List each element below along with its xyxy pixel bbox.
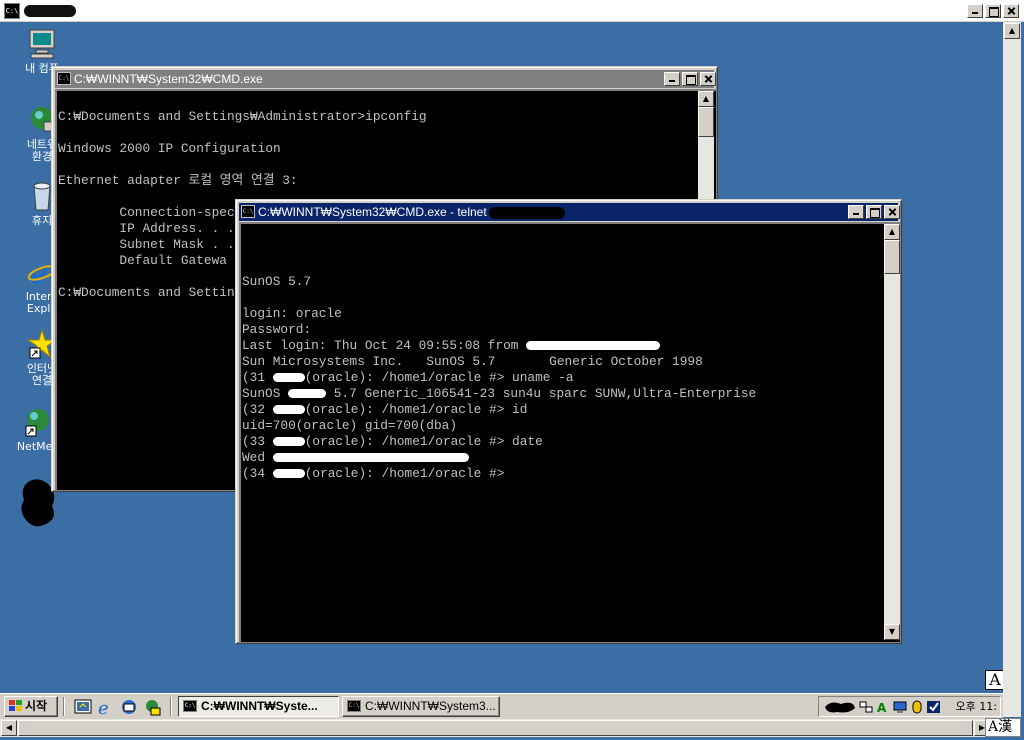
host-close-button[interactable]: [1003, 4, 1019, 18]
scroll-up-arrow-icon[interactable]: ▲: [1004, 23, 1020, 39]
scroll-left-arrow-icon[interactable]: ◀: [1, 720, 17, 736]
scroll-thumb[interactable]: [18, 720, 973, 736]
cmd-window-title: C:₩WINNT₩System32₩CMD.exe: [74, 72, 263, 86]
task-label: C:₩WINNT₩Syste...: [201, 699, 318, 713]
redacted-tray-icon: [825, 702, 855, 713]
computer-icon: [26, 28, 58, 60]
netmeeting-icon: [22, 406, 54, 438]
telnet-console-output: SunOS 5.7 login: oracle Password: Last l…: [242, 274, 757, 481]
svg-text:e: e: [98, 698, 109, 716]
redacted-text: [272, 469, 305, 479]
telnet-console[interactable]: SunOS 5.7 login: oracle Password: Last l…: [239, 222, 900, 642]
check-tray-icon[interactable]: [927, 700, 941, 714]
telnet-window-title: C:₩WINNT₩System32₩CMD.exe - telnet: [258, 203, 565, 221]
language-tray-icon[interactable]: A: [876, 700, 890, 714]
display-tray-icon[interactable]: [893, 700, 907, 714]
start-label: 시작: [25, 699, 48, 713]
cmd-close-button[interactable]: [700, 72, 716, 86]
scroll-up-arrow-icon[interactable]: ▲: [698, 91, 714, 107]
redacted-text: [526, 341, 661, 351]
console-icon: C:\: [183, 700, 197, 712]
network-tray-icon[interactable]: [859, 700, 873, 714]
mouse-tray-icon[interactable]: [910, 700, 924, 714]
telnet-close-button[interactable]: [884, 205, 900, 219]
ime-status-bar[interactable]: A漢: [985, 718, 1021, 737]
console-line: C:₩Documents and Settings₩Administrator>…: [58, 109, 427, 124]
host-minimize-button[interactable]: [967, 4, 983, 18]
taskbar-separator: [170, 697, 172, 716]
host-caption-buttons: [967, 4, 1019, 18]
scroll-down-arrow-icon[interactable]: ▼: [884, 624, 900, 640]
scroll-thumb[interactable]: [698, 107, 714, 137]
taskbar-task-cmd-telnet[interactable]: C:\ C:₩WINNT₩Syste...: [178, 696, 339, 717]
taskbar-separator: [63, 697, 65, 716]
telnet-window-titlebar[interactable]: C:\ C:₩WINNT₩System32₩CMD.exe - telnet: [239, 203, 898, 221]
console-icon: C:\: [241, 205, 255, 218]
cmd-caption-buttons: [664, 72, 716, 86]
host-system-menu-icon[interactable]: C:\: [4, 3, 20, 19]
telnet-minimize-button[interactable]: [848, 205, 864, 219]
show-desktop-icon[interactable]: [74, 698, 92, 716]
host-vertical-scrollbar[interactable]: ▲: [1003, 22, 1021, 717]
svg-text:A: A: [877, 701, 887, 714]
internet-explorer-icon[interactable]: e: [97, 698, 115, 716]
outlook-express-icon[interactable]: [120, 698, 138, 716]
desktop-icon-label: 휴지: [31, 214, 53, 227]
system-tray: A 오후 11:: [818, 696, 1001, 717]
redacted-text: [272, 373, 305, 383]
scroll-up-arrow-icon[interactable]: ▲: [884, 224, 900, 240]
host-maximize-button[interactable]: [985, 4, 1001, 18]
redacted-text: [272, 453, 469, 463]
telnet-vertical-scrollbar[interactable]: ▲ ▼: [884, 224, 900, 640]
console-line: Ethernet adapter 로컬 영역 연결 3:: [58, 173, 298, 188]
taskbar-task-cmd[interactable]: C:\ C:₩WINNT₩System3...: [342, 696, 500, 717]
telnet-window[interactable]: C:\ C:₩WINNT₩System32₩CMD.exe - telnet S…: [235, 199, 902, 644]
ime-indicator[interactable]: A: [985, 670, 1005, 690]
telnet-caption-buttons: [848, 205, 900, 219]
taskbar: 시작 e C:\ C:₩WINNT₩Syste... C:\ C:₩WINNT₩…: [0, 693, 1003, 719]
redacted-text: [288, 389, 327, 399]
host-horizontal-scrollbar[interactable]: ◀ ▶: [0, 719, 1003, 737]
task-label: C:₩WINNT₩System3...: [365, 699, 496, 713]
telnet-maximize-button[interactable]: [866, 205, 882, 219]
console-line: Windows 2000 IP Configuration: [58, 141, 281, 156]
host-window-titlebar[interactable]: C:\: [0, 0, 1024, 22]
cmd-window-titlebar[interactable]: C:\ C:₩WINNT₩System32₩CMD.exe: [55, 70, 714, 88]
scroll-thumb[interactable]: [884, 240, 900, 274]
netmeeting-icon[interactable]: [143, 698, 161, 716]
redacted-host-title: [24, 5, 76, 17]
cmd-minimize-button[interactable]: [664, 72, 680, 86]
windows-logo-icon: [9, 700, 22, 711]
console-icon: C:\: [57, 72, 71, 85]
redacted-text: [272, 405, 305, 415]
redacted-hostname: [488, 206, 565, 219]
start-button[interactable]: 시작: [4, 696, 58, 717]
cmd-maximize-button[interactable]: [682, 72, 698, 86]
redacted-text: [272, 437, 305, 447]
clock[interactable]: 오후 11:: [956, 697, 997, 716]
console-icon: C:\: [347, 700, 361, 712]
